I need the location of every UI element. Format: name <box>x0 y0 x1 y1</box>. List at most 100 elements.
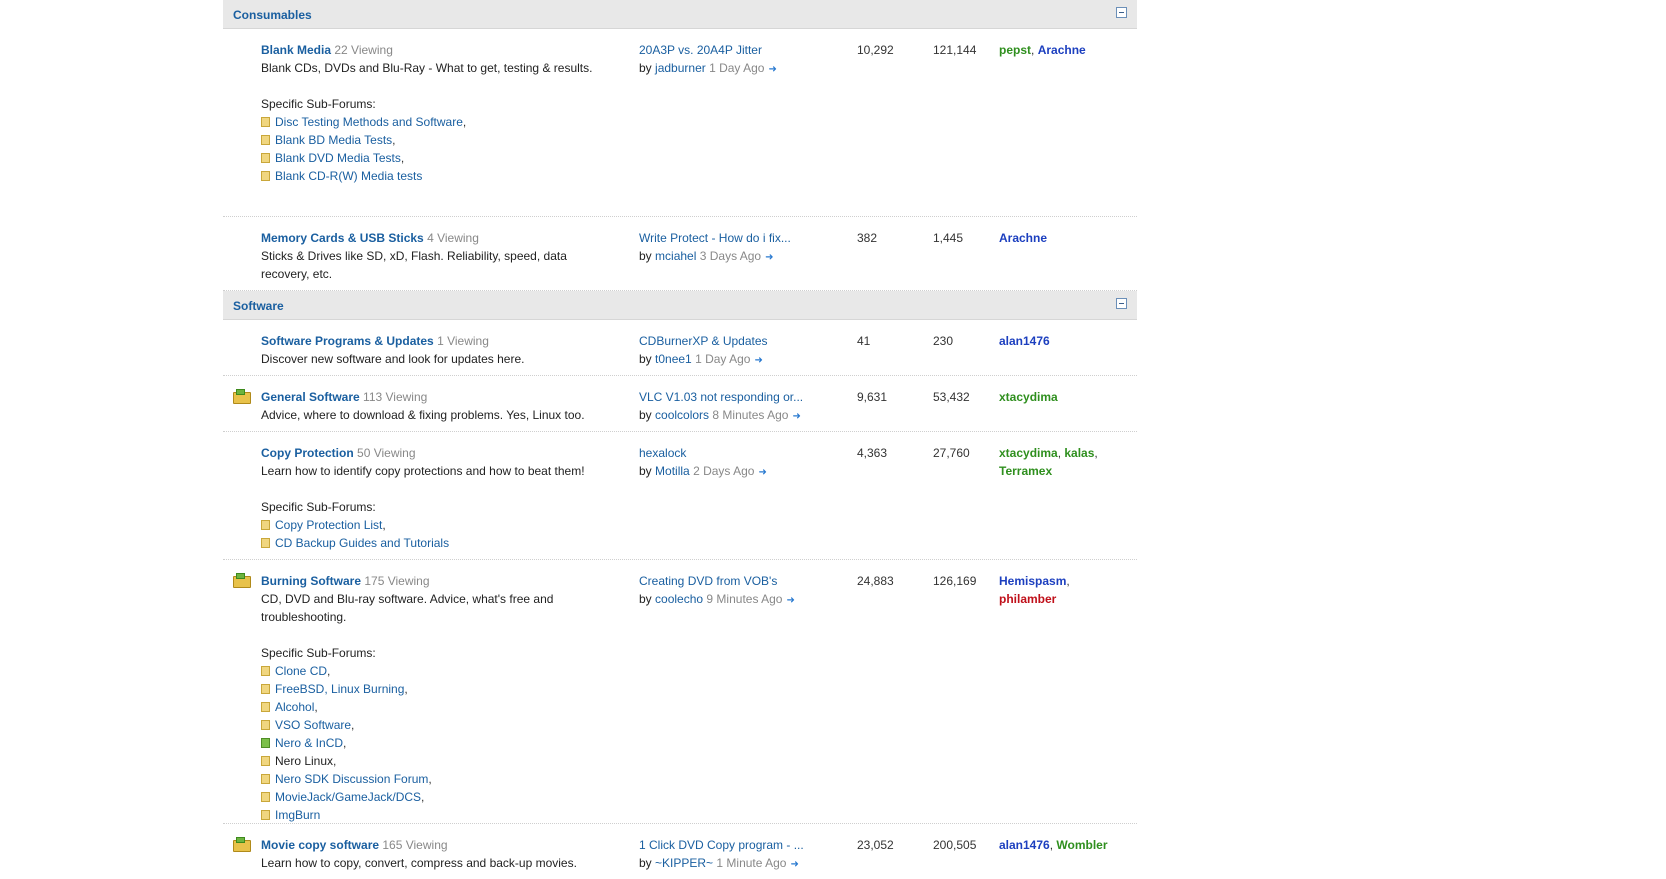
forum-description: Learn how to identify copy protections a… <box>261 464 585 478</box>
subforum-link[interactable]: Copy Protection List <box>275 518 382 532</box>
forum-description: Discover new software and look for updat… <box>261 352 525 366</box>
last-post-title[interactable]: VLC V1.03 not responding or... <box>639 390 803 404</box>
last-post-title[interactable]: 20A3P vs. 20A4P Jitter <box>639 43 762 57</box>
last-post-title[interactable]: Write Protect - How do i fix... <box>639 231 791 245</box>
goto-last-post-icon[interactable]: ➜ <box>792 412 800 422</box>
subforums-heading: Specific Sub-Forums: <box>261 646 376 660</box>
subforum-link[interactable]: Clone CD <box>275 664 327 678</box>
last-post-title[interactable]: 1 Click DVD Copy program - ... <box>639 838 804 852</box>
thread-count: 23,052 <box>857 838 894 852</box>
last-post-user[interactable]: t0nee1 <box>655 352 692 366</box>
last-post-user[interactable]: Motilla <box>655 464 690 478</box>
goto-last-post-icon[interactable]: ➜ <box>758 468 766 478</box>
moderator-link[interactable]: Hemispasm <box>999 574 1066 588</box>
thread-count: 9,631 <box>857 390 888 404</box>
goto-last-post-icon[interactable]: ➜ <box>754 356 762 366</box>
viewing-count: 50 Viewing <box>357 446 416 460</box>
moderator-link[interactable]: alan1476 <box>999 838 1050 852</box>
moderator-link[interactable]: alan1476 <box>999 334 1050 348</box>
last-post-user[interactable]: coolcolors <box>655 408 709 422</box>
subforum-link[interactable]: Nero Linux <box>275 754 333 768</box>
goto-last-post-icon[interactable]: ➜ <box>786 596 794 606</box>
last-post-title[interactable]: CDBurnerXP & Updates <box>639 334 768 348</box>
forum-title[interactable]: Copy Protection <box>261 446 354 460</box>
subforum-link[interactable]: ImgBurn <box>275 808 320 822</box>
subforum-link[interactable]: Nero & InCD <box>275 736 343 750</box>
subforum-link[interactable]: Blank CD-R(W) Media tests <box>275 169 422 183</box>
subforum-link[interactable]: FreeBSD, Linux Burning <box>275 682 404 696</box>
last-post-title[interactable]: hexalock <box>639 446 686 460</box>
viewing-count: 22 Viewing <box>334 43 393 57</box>
viewing-count: 165 Viewing <box>382 838 448 852</box>
sub-forum-icon <box>261 538 270 548</box>
moderator-link[interactable]: xtacydima <box>999 390 1058 404</box>
category-title[interactable]: Consumables <box>233 8 312 22</box>
moderator-link[interactable]: pepst <box>999 43 1031 57</box>
category-title[interactable]: Software <box>233 299 284 313</box>
last-post-time: 1 Minute Ago <box>716 856 787 870</box>
forum-row: Burning Software 175 Viewing CD, DVD and… <box>223 560 1137 824</box>
collapse-icon[interactable] <box>1116 298 1127 309</box>
goto-last-post-icon[interactable]: ➜ <box>768 65 776 75</box>
subforum-link[interactable]: Nero SDK Discussion Forum <box>275 772 428 786</box>
by-label: by <box>639 856 652 870</box>
by-label: by <box>639 61 652 75</box>
moderators: xtacydima, kalas, Terramex <box>999 446 1098 478</box>
moderators: Arachne <box>999 229 1119 247</box>
by-label: by <box>639 408 652 422</box>
forum-description: Blank CDs, DVDs and Blu-Ray - What to ge… <box>261 61 593 75</box>
last-post-time: 1 Day Ago <box>709 61 765 75</box>
moderators: Hemispasm, philamber <box>999 574 1070 606</box>
forum-new-posts-icon <box>233 389 251 404</box>
forum-title[interactable]: Burning Software <box>261 574 361 588</box>
subforum-link[interactable]: MovieJack/GameJack/DCS <box>275 790 421 804</box>
last-post-user[interactable]: mciahel <box>655 249 696 263</box>
viewing-count: 175 Viewing <box>364 574 430 588</box>
subforum-link[interactable]: Disc Testing Methods and Software <box>275 115 463 129</box>
moderator-link[interactable]: Terramex <box>999 464 1052 478</box>
forum-new-posts-icon <box>233 837 251 852</box>
last-post-time: 9 Minutes Ago <box>706 592 783 606</box>
moderators: alan1476, Wombler <box>999 838 1108 852</box>
goto-last-post-icon[interactable]: ➜ <box>765 253 773 263</box>
subforum-link[interactable]: Blank DVD Media Tests <box>275 151 401 165</box>
post-count: 121,144 <box>933 43 977 57</box>
subforums-heading: Specific Sub-Forums: <box>261 97 376 111</box>
post-count: 126,169 <box>933 574 977 588</box>
subforum-link[interactable]: Alcohol <box>275 700 314 714</box>
moderator-link[interactable]: philamber <box>999 592 1056 606</box>
sub-forum-icon <box>261 702 270 712</box>
last-post-user[interactable]: jadburner <box>655 61 706 75</box>
forum-row: Software Programs & Updates 1 Viewing Di… <box>223 320 1137 376</box>
last-post-title[interactable]: Creating DVD from VOB's <box>639 574 777 588</box>
moderator-link[interactable]: Arachne <box>1038 43 1086 57</box>
forum-title[interactable]: General Software <box>261 390 360 404</box>
subforum-link[interactable]: VSO Software <box>275 718 351 732</box>
by-label: by <box>639 592 652 606</box>
thread-count: 4,363 <box>857 446 888 460</box>
forum-title[interactable]: Software Programs & Updates <box>261 334 434 348</box>
subforum-link[interactable]: Blank BD Media Tests <box>275 133 392 147</box>
goto-last-post-icon[interactable]: ➜ <box>790 860 798 870</box>
subforum-link[interactable]: CD Backup Guides and Tutorials <box>275 536 449 550</box>
viewing-count: 1 Viewing <box>437 334 489 348</box>
sub-forum-icon <box>261 756 270 766</box>
forum-title[interactable]: Movie copy software <box>261 838 379 852</box>
last-post-user[interactable]: coolecho <box>655 592 703 606</box>
last-post-time: 8 Minutes Ago <box>712 408 789 422</box>
last-post-user[interactable]: ~KIPPER~ <box>655 856 713 870</box>
moderator-link[interactable]: kalas <box>1064 446 1094 460</box>
subforums-heading: Specific Sub-Forums: <box>261 500 376 514</box>
sub-forum-new-icon <box>261 738 270 748</box>
moderator-link[interactable]: xtacydima <box>999 446 1058 460</box>
forum-title[interactable]: Blank Media <box>261 43 331 57</box>
moderator-link[interactable]: Arachne <box>999 231 1047 245</box>
forum-row: Copy Protection 50 Viewing Learn how to … <box>223 432 1137 560</box>
last-post-time: 1 Day Ago <box>695 352 751 366</box>
moderators: pepst, Arachne <box>999 43 1086 57</box>
viewing-count: 4 Viewing <box>427 231 479 245</box>
forum-title[interactable]: Memory Cards & USB Sticks <box>261 231 424 245</box>
collapse-icon[interactable] <box>1116 7 1127 18</box>
sub-forum-icon <box>261 135 270 145</box>
moderator-link[interactable]: Wombler <box>1056 838 1107 852</box>
